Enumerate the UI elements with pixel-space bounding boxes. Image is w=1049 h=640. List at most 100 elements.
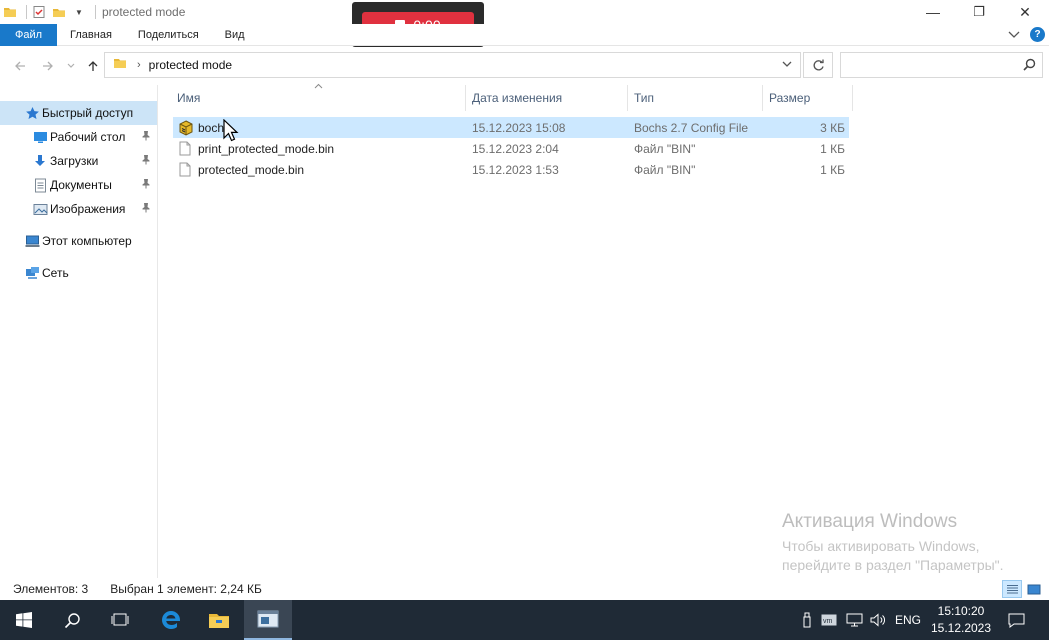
- minimize-button[interactable]: —: [910, 0, 956, 24]
- navigation-pane: Быстрый доступ Рабочий стол Загрузки Док…: [0, 85, 158, 578]
- new-folder-icon[interactable]: [51, 4, 67, 20]
- sidebar-item-label: Рабочий стол: [50, 130, 126, 144]
- pin-icon[interactable]: [141, 178, 151, 192]
- sidebar-item-label: Быстрый доступ: [42, 106, 134, 120]
- folder-icon: [113, 57, 127, 73]
- taskbar: vm ENG 15:10:20 15.12.2023: [0, 600, 1049, 640]
- sidebar-item-quick-access[interactable]: Быстрый доступ: [0, 101, 157, 125]
- notifications-icon: [1008, 613, 1024, 628]
- ribbon-right-controls: ?: [1008, 27, 1045, 42]
- sidebar-item-downloads[interactable]: Загрузки: [0, 149, 157, 173]
- column-header-date[interactable]: Дата изменения: [466, 85, 628, 111]
- file-explorer-taskbar-button[interactable]: [195, 600, 243, 640]
- recent-locations-button[interactable]: [63, 58, 79, 74]
- navigation-bar: › protected mode: [0, 47, 1049, 85]
- file-explorer-icon: [209, 614, 229, 628]
- activation-watermark-line: Чтобы активировать Windows,: [782, 538, 980, 554]
- item-count: Элементов: 3: [13, 582, 89, 596]
- search-taskbar-button[interactable]: [48, 600, 96, 640]
- ribbon-tabs: Файл Главная Поделиться Вид ?: [0, 23, 1049, 46]
- edge-icon: [162, 611, 180, 629]
- breadcrumb-chevron-icon[interactable]: ›: [137, 59, 141, 71]
- sidebar-item-label: Этот компьютер: [42, 234, 132, 248]
- tab-file[interactable]: Файл: [0, 23, 58, 46]
- status-bar: Элементов: 3 Выбран 1 элемент: 2,24 КБ: [0, 578, 1049, 600]
- sidebar-item-label: Документы: [50, 178, 112, 192]
- activation-watermark-line: перейдите в раздел "Параметры".: [782, 557, 1004, 573]
- desktop-icon: [32, 129, 48, 145]
- task-view-button[interactable]: [96, 600, 144, 640]
- column-header-name[interactable]: Имя: [171, 85, 466, 111]
- file-name[interactable]: print_protected_mode.bin: [198, 138, 334, 159]
- sidebar-item-this-pc[interactable]: Этот компьютер: [0, 229, 157, 253]
- expand-ribbon-icon[interactable]: [1008, 28, 1020, 42]
- large-icons-view-button[interactable]: [1024, 580, 1044, 598]
- address-dropdown-icon[interactable]: [782, 57, 792, 71]
- window-title: protected mode: [102, 5, 186, 19]
- pin-icon[interactable]: [141, 154, 151, 168]
- selection-info: Выбран 1 элемент: 2,24 КБ: [110, 582, 262, 596]
- separator: [95, 5, 96, 19]
- activation-watermark-text: Чтобы активировать Windows, перейдите в …: [782, 537, 1042, 575]
- help-icon[interactable]: ?: [1030, 27, 1045, 42]
- volume-icon[interactable]: [866, 600, 890, 640]
- mouse-cursor-icon: [223, 119, 239, 142]
- pin-icon[interactable]: [141, 202, 151, 216]
- network-tray-icon[interactable]: [842, 600, 866, 640]
- sidebar-item-pictures[interactable]: Изображения: [0, 197, 157, 221]
- restore-button[interactable]: ❐: [956, 0, 1002, 24]
- file-icon: [179, 138, 191, 159]
- tab-share[interactable]: Поделиться: [125, 24, 212, 46]
- refresh-button[interactable]: [803, 52, 833, 78]
- sidebar-item-desktop[interactable]: Рабочий стол: [0, 125, 157, 149]
- customize-dropdown-icon[interactable]: ▼: [71, 4, 87, 20]
- tab-view[interactable]: Вид: [212, 24, 258, 46]
- file-type: Файл "BIN": [634, 162, 696, 177]
- search-box[interactable]: [840, 52, 1043, 78]
- start-button[interactable]: [0, 600, 48, 640]
- computer-icon: [24, 233, 40, 249]
- file-size: 1 КБ: [820, 162, 845, 177]
- file-size: 1 КБ: [820, 141, 845, 156]
- action-center-button[interactable]: [1001, 600, 1031, 640]
- search-input[interactable]: [841, 53, 1042, 77]
- address-bar[interactable]: › protected mode: [104, 52, 801, 78]
- pin-icon[interactable]: [141, 130, 151, 144]
- quick-access-toolbar: ▼ protected mode: [0, 0, 185, 24]
- file-row[interactable]: bochs 15.12.2023 15:08 Bochs 2.7 Config …: [173, 117, 849, 138]
- active-app-button[interactable]: [244, 600, 292, 640]
- file-name[interactable]: protected_mode.bin: [198, 159, 304, 180]
- properties-icon[interactable]: [31, 4, 47, 20]
- file-row[interactable]: print_protected_mode.bin 15.12.2023 2:04…: [173, 138, 849, 159]
- input-language-indicator[interactable]: ENG: [892, 600, 924, 640]
- up-button[interactable]: [85, 58, 101, 74]
- pictures-icon: [32, 201, 48, 217]
- usb-device-icon[interactable]: [796, 600, 818, 640]
- close-button[interactable]: ✕: [1002, 0, 1048, 24]
- forward-button[interactable]: [40, 58, 56, 74]
- edge-browser-button[interactable]: [147, 600, 195, 640]
- search-icon[interactable]: [1023, 58, 1036, 74]
- sidebar-item-label: Загрузки: [50, 154, 99, 168]
- details-view-button[interactable]: [1002, 580, 1022, 598]
- file-type: Bochs 2.7 Config File: [634, 120, 749, 135]
- star-icon: [24, 105, 40, 121]
- file-row[interactable]: protected_mode.bin 15.12.2023 1:53 Файл …: [173, 159, 849, 180]
- sidebar-item-network[interactable]: Сеть: [0, 261, 157, 285]
- file-date: 15.12.2023 15:08: [472, 120, 566, 135]
- clock-time: 15:10:20: [937, 604, 985, 618]
- clock-date: 15.12.2023: [930, 621, 992, 635]
- folder-icon: [2, 4, 18, 20]
- breadcrumb-current[interactable]: protected mode: [149, 58, 232, 72]
- svg-text:vm: vm: [823, 618, 833, 625]
- sidebar-item-label: Сеть: [42, 266, 69, 280]
- vmware-tools-icon[interactable]: vm: [818, 600, 840, 640]
- task-view-icon: [111, 613, 129, 626]
- column-header-size[interactable]: Размер: [763, 85, 853, 111]
- back-button[interactable]: [12, 58, 28, 74]
- column-header-type[interactable]: Тип: [628, 85, 763, 111]
- tab-home[interactable]: Главная: [57, 24, 125, 46]
- system-clock[interactable]: 15:10:20 15.12.2023: [925, 603, 997, 637]
- file-date: 15.12.2023 1:53: [472, 162, 559, 177]
- sidebar-item-documents[interactable]: Документы: [0, 173, 157, 197]
